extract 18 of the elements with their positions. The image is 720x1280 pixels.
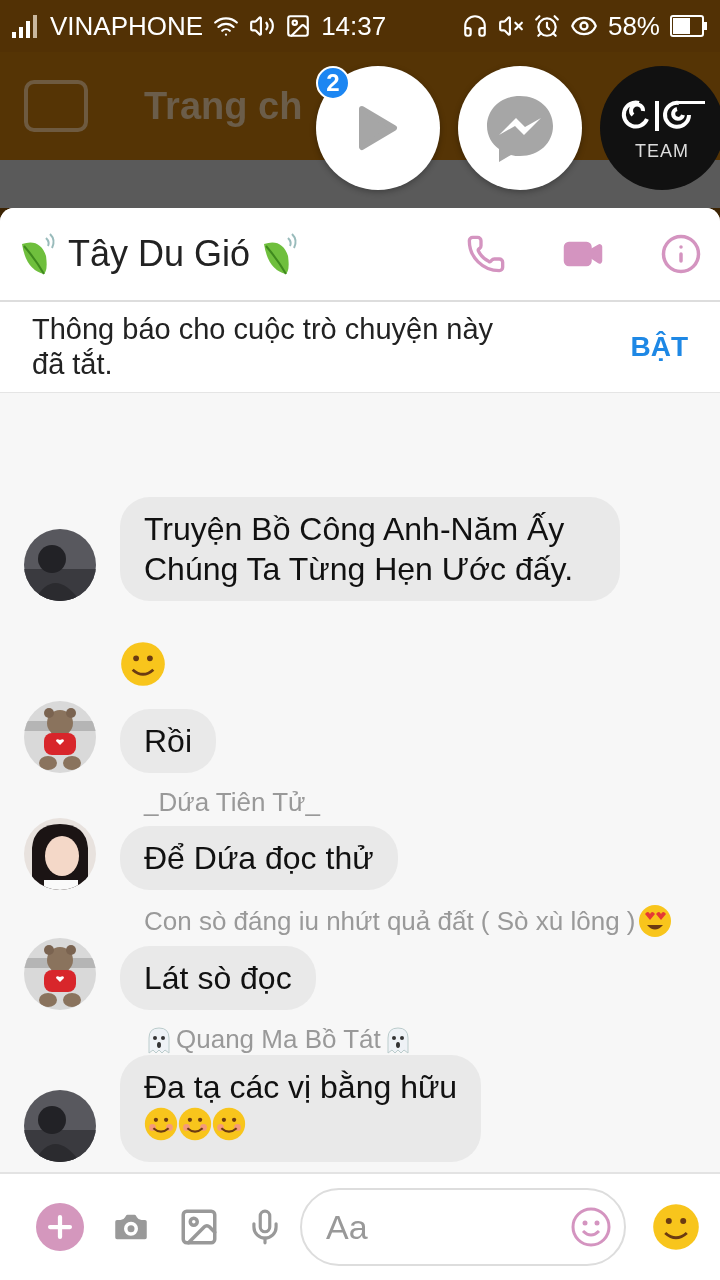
app-title: Trang ch — [144, 84, 303, 128]
message-bubble: Rồi — [120, 709, 216, 773]
message-text-input[interactable]: Aa — [324, 1206, 570, 1248]
conversation-title: Tây Du Gió — [68, 233, 251, 275]
notification-notice: Thông báo cho cuộc trò chuyện này đã tắt. — [32, 312, 495, 382]
message-bubble: Đa tạ các vị bằng hữu — [120, 1055, 482, 1162]
team-label: TEAM — [635, 140, 689, 162]
sender-name: _Dứa Tiên Tử_ — [144, 787, 320, 818]
turn-on-button[interactable]: BẬT — [630, 330, 688, 363]
battery-percent: 58% — [607, 10, 660, 42]
sender-name: Quang Ma Bồ Tát — [176, 1024, 381, 1055]
message-input[interactable]: Aa — [300, 1188, 626, 1266]
clock-time: 14:37 — [321, 10, 387, 42]
carrier-name: VINAPHONE — [50, 10, 204, 42]
message-bubble: Để Dứa đọc thử — [120, 826, 398, 890]
message-bubble: Lát sò đọc — [120, 946, 316, 1010]
sender-name: Con sò đáng iu nhứt quả đất ( Sò xù lông ) — [144, 905, 636, 937]
message-bubble: Truyện Bồ Công Anh-Năm Ấy Chúng Ta Từng Hẹn Ước đấy. — [120, 497, 620, 601]
